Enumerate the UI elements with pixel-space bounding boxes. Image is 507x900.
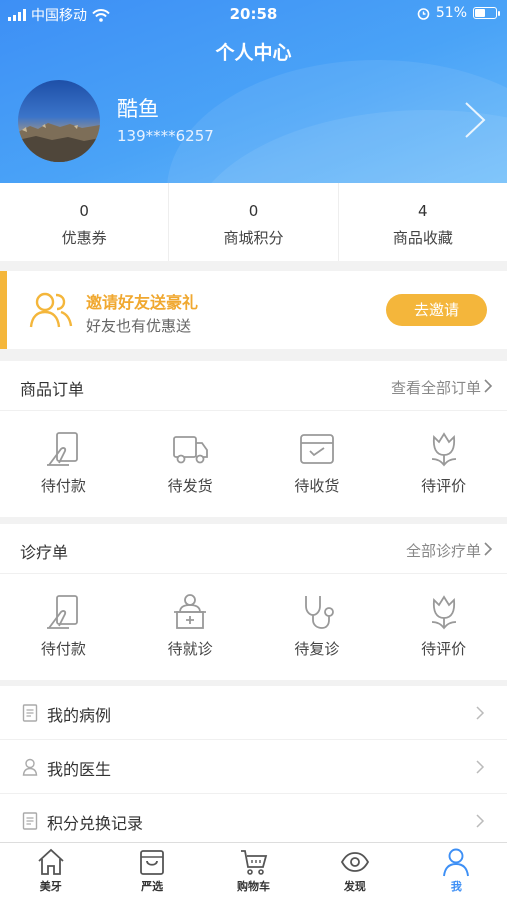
product-orders-card: 商品订单 查看全部订单 待付款 待发货 待收货 待评价 (0, 361, 507, 517)
user-phone: 139****6257 (117, 127, 214, 145)
battery-icon (473, 7, 500, 19)
payment-card-icon (47, 432, 79, 466)
chevron-right-icon (476, 814, 485, 828)
stat-value: 4 (418, 202, 428, 220)
invite-subtitle: 好友也有优惠送 (86, 317, 192, 335)
stat-points[interactable]: 0 商城积分 (169, 183, 339, 261)
menu-item-my-doctor[interactable]: 我的医生 (0, 740, 507, 794)
view-all-treatments-link[interactable]: 全部诊疗单 (406, 540, 481, 561)
stat-label: 商城积分 (223, 229, 284, 247)
avatar[interactable] (18, 80, 100, 162)
treatment-orders-header: 诊疗单 全部诊疗单 (0, 524, 507, 574)
treatment-pending-visit[interactable]: 待就诊 (127, 574, 254, 680)
eye-icon (340, 852, 369, 872)
order-pending-shipment[interactable]: 待发货 (127, 411, 254, 517)
truck-icon (173, 436, 209, 464)
invite-button[interactable]: 去邀请 (386, 294, 487, 326)
menu-list: 我的病例 我的医生 积分兑换记录 (0, 686, 507, 848)
stats-bar: 0 优惠券 0 商城积分 4 商品收藏 (0, 183, 507, 261)
order-pending-payment[interactable]: 待付款 (0, 411, 127, 517)
tab-label: 严选 (141, 880, 164, 893)
invite-accent-bar (0, 271, 7, 349)
product-orders-header: 商品订单 查看全部订单 (0, 361, 507, 411)
menu-item-medical-records[interactable]: 我的病例 (0, 686, 507, 740)
alarm-icon (417, 7, 430, 20)
tab-home[interactable]: 美牙 (0, 843, 101, 900)
stat-favorites[interactable]: 4 商品收藏 (339, 183, 507, 261)
treatment-pending-review[interactable]: 待评价 (380, 574, 507, 680)
home-icon (38, 848, 64, 875)
stethoscope-icon (304, 596, 334, 629)
menu-item-label: 我的医生 (47, 760, 112, 779)
chevron-right-icon[interactable] (461, 100, 489, 140)
user-icon (443, 848, 470, 877)
avatar-landscape-image (18, 123, 100, 162)
tab-label: 购物车 (237, 880, 271, 893)
profile-header: 中国移动 20:58 51% 个人中心 酷鱼 139****6257 (0, 0, 507, 183)
shopping-bag-icon (140, 850, 165, 875)
treatment-follow-up[interactable]: 待复诊 (254, 574, 381, 680)
status-bar: 中国移动 20:58 51% (0, 0, 507, 28)
view-all-orders-link[interactable]: 查看全部订单 (391, 377, 481, 398)
chevron-right-icon (476, 760, 485, 774)
document-icon (22, 812, 38, 830)
treatment-pending-payment[interactable]: 待付款 (0, 574, 127, 680)
order-status-label: 待收货 (294, 477, 340, 495)
order-status-label: 待付款 (40, 477, 86, 495)
friends-icon (29, 292, 73, 328)
treatment-status-label: 待复诊 (294, 640, 340, 658)
cart-icon (240, 850, 267, 875)
order-status-label: 待评价 (421, 477, 467, 495)
menu-item-label: 我的病例 (47, 706, 112, 725)
treatment-status-label: 待评价 (421, 640, 467, 658)
stat-label: 优惠券 (61, 229, 107, 247)
payment-card-icon (47, 595, 79, 629)
tab-label: 我 (450, 880, 462, 893)
treatment-status-label: 待付款 (40, 640, 86, 658)
chevron-right-icon[interactable] (483, 378, 493, 394)
clinic-desk-icon (174, 594, 207, 629)
tab-discover[interactable]: 发现 (304, 843, 405, 900)
invite-title: 邀请好友送豪礼 (86, 293, 199, 312)
order-pending-review[interactable]: 待评价 (380, 411, 507, 517)
document-icon (22, 704, 38, 722)
package-box-icon (299, 434, 334, 464)
chevron-right-icon[interactable] (483, 541, 493, 557)
tab-label: 美牙 (39, 880, 62, 893)
tab-me[interactable]: 我 (406, 843, 507, 900)
menu-item-label: 积分兑换记录 (47, 814, 144, 833)
order-pending-receipt[interactable]: 待收货 (254, 411, 381, 517)
chevron-right-icon (476, 706, 485, 720)
tab-cart[interactable]: 购物车 (203, 843, 304, 900)
tulip-icon (431, 595, 456, 630)
section-title: 诊疗单 (20, 543, 69, 562)
stat-label: 商品收藏 (392, 229, 453, 247)
order-status-label: 待发货 (167, 477, 213, 495)
battery-percent: 51% (435, 5, 467, 21)
tab-label: 发现 (343, 880, 366, 893)
person-icon (22, 758, 38, 776)
treatment-orders-card: 诊疗单 全部诊疗单 待付款 待就诊 待复诊 待评价 (0, 524, 507, 680)
menu-item-points-exchange[interactable]: 积分兑换记录 (0, 794, 507, 848)
tab-selection[interactable]: 严选 (101, 843, 202, 900)
page-title: 个人中心 (215, 42, 292, 64)
section-title: 商品订单 (20, 380, 85, 399)
invite-banner: 邀请好友送豪礼 好友也有优惠送 去邀请 (0, 271, 507, 349)
stat-coupons[interactable]: 0 优惠券 (0, 183, 170, 261)
bottom-tab-bar: 美牙 严选 购物车 发现 我 (0, 842, 507, 900)
stat-value: 0 (79, 202, 89, 220)
treatment-status-label: 待就诊 (167, 640, 213, 658)
user-name: 酷鱼 (117, 97, 159, 121)
stat-value: 0 (248, 202, 259, 220)
tulip-icon (431, 432, 456, 467)
